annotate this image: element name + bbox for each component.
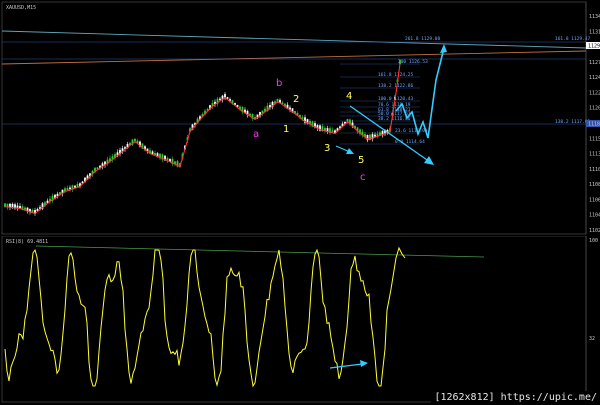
- candle-body: [399, 59, 401, 65]
- price-axis-label: 1106: [589, 197, 600, 203]
- fib-label: 23.6 1116.00: [395, 128, 428, 134]
- fib-label: 138.2 1122.86: [378, 83, 414, 89]
- rsi-trendline: [35, 245, 485, 258]
- watermark-badge: [1262x812] https://upic.me/: [431, 391, 600, 405]
- price-axis-label: 1110: [589, 167, 600, 173]
- candle-body: [134, 138, 136, 142]
- price-tag-mid-text: 1118: [588, 122, 600, 128]
- fib-label: 161.8 1124.25: [378, 72, 414, 78]
- rsi-title: RSI(8) 69.4811: [6, 239, 48, 245]
- rsi-frame: [1, 236, 587, 403]
- price-axis-label: 1127: [589, 60, 600, 66]
- fib-label: 161.8 1129.47: [555, 36, 591, 42]
- arrow-right-icon: [360, 360, 368, 367]
- rsi-axis-label: 100: [589, 238, 598, 244]
- price-axis-label: 1108: [589, 182, 600, 188]
- candle-body: [374, 134, 376, 137]
- price-axis-label: 1102: [589, 228, 600, 234]
- fib-label: 200 1126.53: [398, 59, 428, 65]
- price-chart-frame: [1, 1, 587, 235]
- orange-trendline[interactable]: [1, 50, 587, 65]
- price-tag-top-text: 1129: [588, 44, 600, 50]
- candle-body: [376, 133, 379, 136]
- price-axis-label: 1124: [589, 75, 600, 81]
- wave-label-b: b: [276, 78, 282, 89]
- wave-label-4: 4: [346, 91, 352, 102]
- rsi-panel[interactable]: RSI(8) 69.4811 100 32 0: [0, 236, 600, 405]
- price-axis-label: 1113: [589, 152, 600, 158]
- price-axis-label: 1131: [589, 29, 600, 35]
- wave-label-a: a: [253, 129, 259, 140]
- candle-body: [19, 206, 21, 208]
- rsi-arrow: [329, 363, 363, 369]
- wave-label-1: 1: [283, 124, 289, 135]
- price-axis-label: 1115: [589, 136, 600, 142]
- price-axis-label: 1120: [589, 106, 600, 112]
- rsi-line: [4, 246, 406, 388]
- arrow-down-icon: [424, 156, 434, 165]
- price-axis-label: 1104: [589, 213, 600, 219]
- symbol-label: XAUUSD,M15: [6, 5, 36, 11]
- rsi-axis-label: 32: [589, 336, 595, 342]
- wave-label-c: c: [360, 172, 366, 183]
- wave-label-5: 5: [358, 155, 364, 166]
- blue-trendline[interactable]: [1, 30, 587, 49]
- fib-label: 261.8 1129.08: [405, 36, 441, 42]
- wave-label-2: 2: [293, 94, 299, 105]
- arrow-up-icon: [440, 44, 447, 53]
- candle-body: [69, 187, 71, 190]
- price-chart-panel[interactable]: XAUUSD,M15 261.8 1129.08 161.8 1129.47 2…: [0, 0, 600, 236]
- price-axis-label: 1134: [589, 14, 600, 20]
- wave-label-3: 3: [324, 143, 330, 154]
- fib-label: 138.2 1117.65: [555, 119, 591, 125]
- candle-body: [16, 205, 19, 208]
- price-axis-label: 1122: [589, 90, 600, 96]
- candle-body: [331, 130, 334, 133]
- candle-body: [66, 188, 69, 191]
